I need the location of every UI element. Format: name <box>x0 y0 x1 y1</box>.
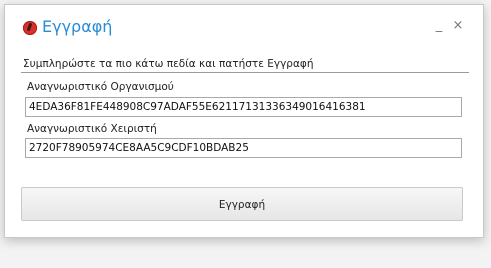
organization-id-label: Αναγνωριστικό Οργανισμού <box>27 81 174 93</box>
minimize-button[interactable]: _ <box>433 18 445 34</box>
close-button[interactable]: × <box>452 18 464 34</box>
screen: Εγγραφή _ × Συμπληρώστε τα πιο κάτω πεδί… <box>0 0 491 268</box>
window-title: Εγγραφή <box>42 17 113 36</box>
divider <box>21 72 469 73</box>
registration-dialog: Εγγραφή _ × Συμπληρώστε τα πιο κάτω πεδί… <box>4 4 484 238</box>
title-bar[interactable]: Εγγραφή _ × <box>5 5 483 49</box>
user-id-input[interactable] <box>25 138 462 158</box>
instruction-text: Συμπληρώστε τα πιο κάτω πεδία και πατήστ… <box>23 58 314 70</box>
register-button[interactable]: Εγγραφή <box>21 187 463 221</box>
user-id-label: Αναγνωριστικό Χειριστή <box>27 123 157 135</box>
organization-id-input[interactable] <box>25 97 462 117</box>
app-logo-icon <box>23 21 37 35</box>
